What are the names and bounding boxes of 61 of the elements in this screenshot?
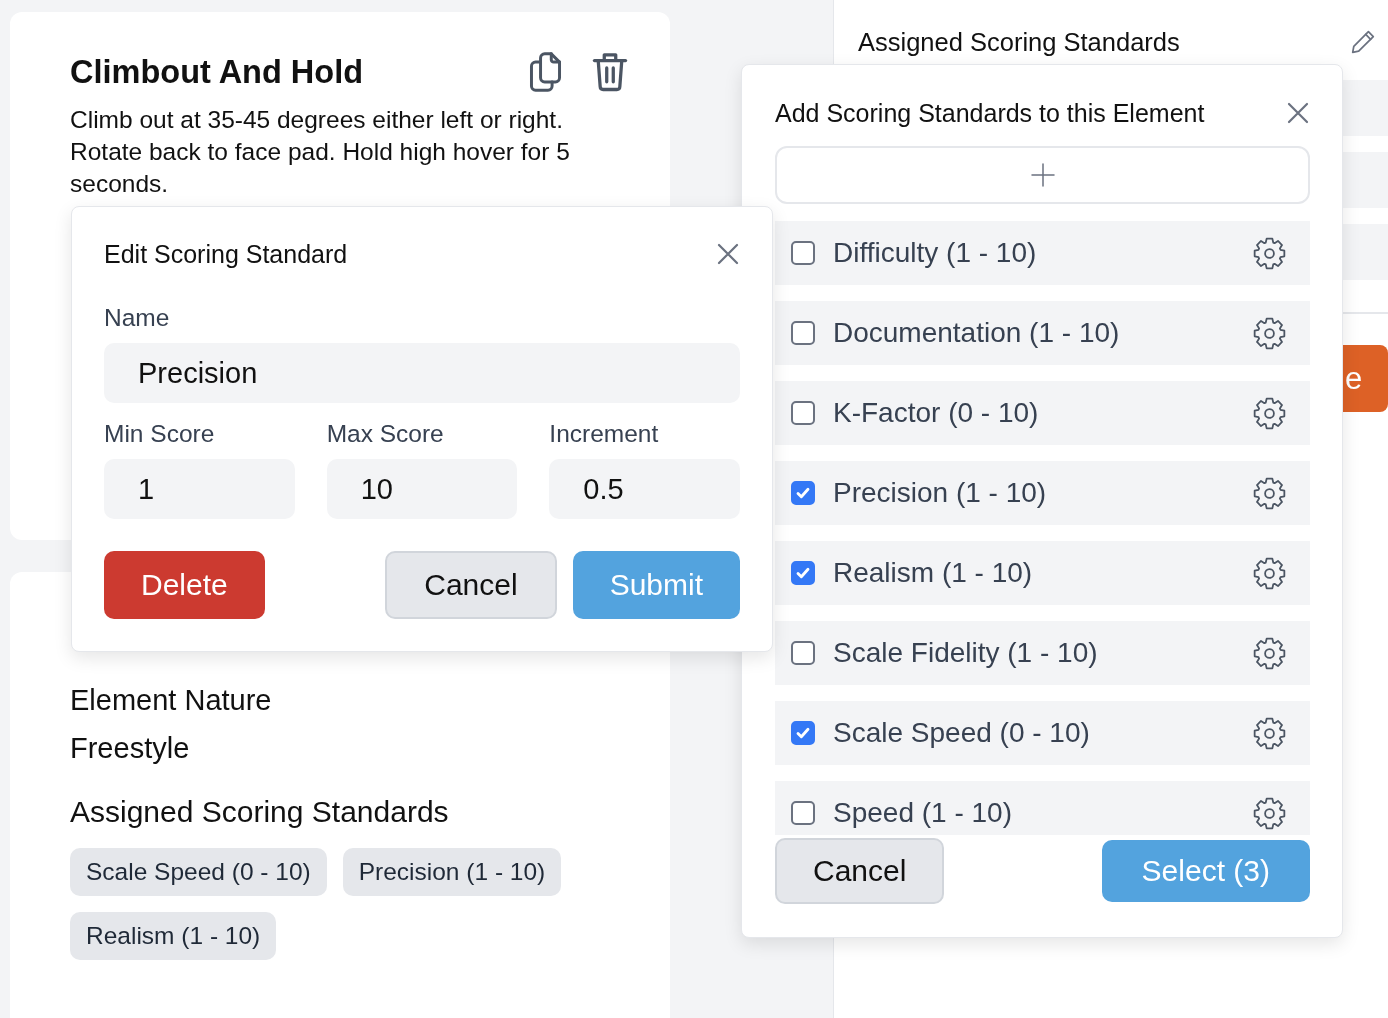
close-icon[interactable] (1286, 101, 1310, 125)
standard-label: Difficulty (1 - 10) (833, 239, 1038, 267)
side-panel-title: Assigned Scoring Standards (858, 27, 1181, 57)
dialog-button[interactable]: Cancel (775, 838, 945, 904)
field-label: Increment (549, 420, 660, 448)
checkbox[interactable] (791, 561, 815, 585)
checkbox[interactable] (791, 801, 815, 825)
standard-label: Scale Speed (0 - 10) (833, 719, 1091, 747)
trash-icon[interactable] (592, 52, 628, 92)
standard-label: Realism (1 - 10) (833, 559, 1034, 587)
nature-value: Freestyle (70, 731, 191, 765)
close-icon[interactable] (716, 242, 740, 266)
dialog-button[interactable]: Cancel (385, 551, 557, 619)
dialog-title: Edit Scoring Standard (104, 239, 349, 269)
settings-icon[interactable] (1253, 476, 1286, 510)
standard-label: Scale Fidelity (1 - 10) (833, 639, 1099, 667)
standard-label: Speed (1 - 10) (833, 799, 1013, 827)
settings-icon[interactable] (1253, 556, 1286, 590)
element-description: Climb out at 35-45 degrees either left or right. Rotate back to face pad. Hold high hover for 5 seconds. (70, 105, 571, 199)
standard-row[interactable]: Speed (1 - 10) (775, 781, 1310, 835)
standard-tag: Scale Speed (0 - 10) (70, 848, 327, 896)
checkbox[interactable] (791, 481, 815, 505)
standard-row[interactable]: K-Factor (0 - 10) (775, 381, 1310, 445)
standard-label: K-Factor (0 - 10) (833, 399, 1040, 427)
number-field[interactable]: 10 (326, 459, 518, 519)
number-field[interactable]: 1 (104, 459, 295, 519)
standard-row[interactable]: Precision (1 - 10) (775, 461, 1310, 525)
standard-row[interactable]: Documentation (1 - 10) (775, 301, 1310, 365)
standard-label: Documentation (1 - 10) (833, 319, 1121, 347)
settings-icon[interactable] (1253, 716, 1286, 750)
standards-label: Assigned Scoring Standards (70, 795, 450, 829)
standard-row[interactable]: Scale Fidelity (1 - 10) (775, 621, 1310, 685)
field-label: Min Score (104, 420, 216, 448)
dialog-title: Add Scoring Standards to this Element (775, 98, 1206, 128)
settings-icon[interactable] (1253, 236, 1286, 270)
nature-label: Element Nature (70, 683, 273, 717)
element-title: Climbout And Hold (70, 53, 365, 91)
standard-row[interactable]: Scale Speed (0 - 10) (775, 701, 1310, 765)
standard-row[interactable]: Realism (1 - 10) (775, 541, 1310, 605)
standard-tag: Realism (1 - 10) (70, 912, 277, 960)
action-button[interactable]: e (1343, 345, 1388, 412)
standard-row[interactable]: Difficulty (1 - 10) (775, 221, 1310, 285)
name-field[interactable]: Precision (104, 343, 740, 403)
checkbox[interactable] (791, 321, 815, 345)
field-label: Name (104, 304, 171, 332)
settings-icon[interactable] (1253, 636, 1286, 670)
dialog-button[interactable]: Delete (104, 551, 265, 619)
checkbox[interactable] (791, 241, 815, 265)
standard-label: Precision (1 - 10) (833, 479, 1048, 507)
standard-tag: Precision (1 - 10) (342, 848, 562, 896)
field-label: Max Score (326, 420, 445, 448)
pencil-icon[interactable] (1350, 29, 1376, 55)
copy-icon[interactable] (529, 52, 562, 92)
settings-icon[interactable] (1253, 796, 1286, 830)
plus-icon (1030, 163, 1055, 187)
checkbox[interactable] (791, 401, 815, 425)
checkbox[interactable] (791, 641, 815, 665)
settings-icon[interactable] (1253, 396, 1286, 430)
settings-icon[interactable] (1253, 316, 1286, 350)
checkbox[interactable] (791, 721, 815, 745)
number-field[interactable]: 0.5 (549, 459, 740, 519)
